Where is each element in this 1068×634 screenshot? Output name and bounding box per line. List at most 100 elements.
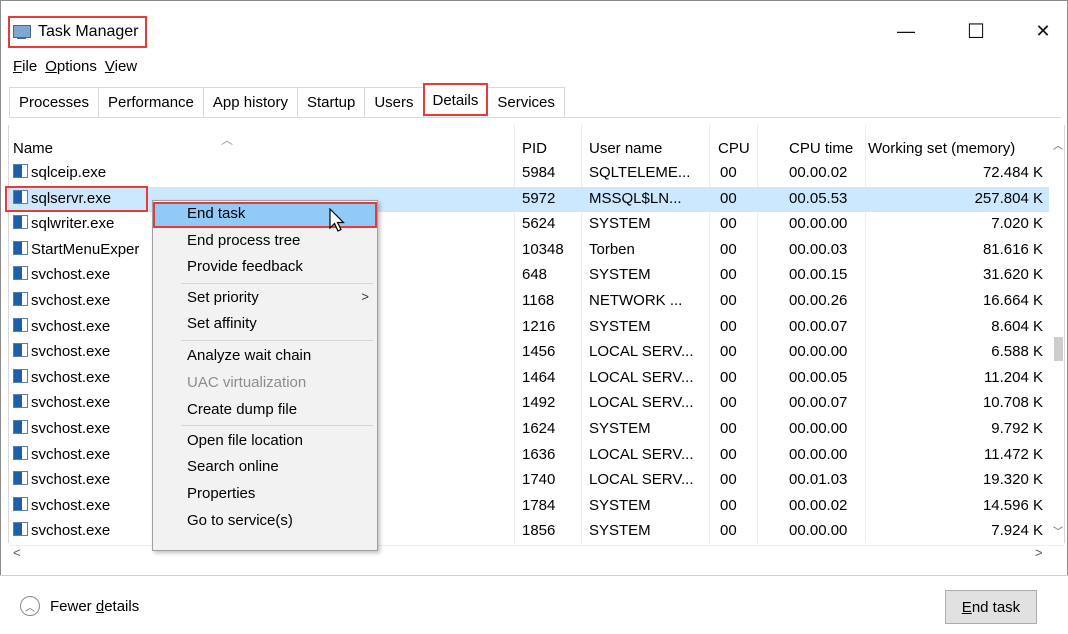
col-header-name[interactable]: Name	[13, 140, 53, 157]
cell-cpu-time: 00.00.00	[789, 343, 848, 361]
scroll-left-icon[interactable]: <	[13, 545, 21, 560]
cell-pid: 5984	[522, 164, 556, 181]
cell-pid: 1168	[522, 292, 555, 309]
menu-item-set-affinity[interactable]: Set affinity	[153, 312, 377, 338]
fewer-details-toggle[interactable]: ︿ Fewer details	[20, 596, 139, 616]
cell-cpu-time: 00.00.07	[789, 394, 848, 412]
vertical-scrollbar[interactable]: ︿ ﹀	[1051, 125, 1064, 543]
tab-processes[interactable]: Processes	[9, 87, 100, 117]
cell-pid: 1492	[522, 394, 556, 412]
process-icon	[13, 164, 28, 178]
col-header-cpu-time[interactable]: CPU time	[789, 140, 853, 157]
sort-ascending-icon: ︿	[221, 133, 234, 147]
cell-pid: 1624	[522, 420, 556, 437]
cell-user: SQLTELEME...	[589, 164, 691, 181]
cell-cpu: 00	[720, 240, 737, 258]
process-icon	[13, 240, 28, 255]
end-task-button[interactable]: End task	[945, 590, 1037, 624]
cell-cpu-time: 00.00.03	[789, 240, 848, 258]
minimize-button[interactable]: —	[883, 16, 929, 46]
process-name: svchost.exe	[13, 394, 110, 411]
table-row[interactable]: sqlceip.exe 5984 SQLTELEME... 00 00.00.02 72.…	[9, 161, 1049, 186]
cell-user: SYSTEM	[589, 317, 651, 335]
tab-details[interactable]: Details	[422, 83, 489, 116]
cell-working-set: 31.620 K	[982, 266, 1043, 284]
cell-working-set: 7.020 K	[991, 215, 1043, 233]
menu-item-create-dump-file[interactable]: Create dump file	[153, 398, 377, 424]
tab-services[interactable]: Services	[487, 87, 565, 117]
window-title: Task Manager	[38, 23, 139, 40]
tab-users[interactable]: Users	[364, 87, 424, 117]
chevron-up-icon: ︿	[20, 596, 40, 616]
cell-user: SYSTEM	[589, 522, 651, 540]
cell-cpu: 00	[720, 266, 737, 284]
cell-user: SYSTEM	[589, 215, 651, 233]
col-header-pid[interactable]: PID	[522, 140, 547, 157]
cell-cpu: 00	[720, 343, 737, 361]
cell-cpu-time: 00.00.05	[789, 368, 848, 386]
cell-cpu: 00	[720, 522, 737, 540]
process-name: svchost.exe	[13, 343, 110, 360]
scroll-up-icon[interactable]: ︿	[1053, 137, 1063, 152]
menu-options[interactable]: Options	[45, 58, 97, 75]
tab-app-history[interactable]: App history	[202, 87, 298, 117]
cell-pid: 1784	[522, 496, 556, 514]
menu-item-open-file-location[interactable]: Open file location	[153, 429, 377, 455]
menu-item-go-to-services[interactable]: Go to service(s)	[153, 509, 377, 535]
cell-working-set: 72.484 K	[982, 164, 1043, 181]
menu-item-set-priority[interactable]: Set priority >	[153, 286, 377, 312]
cell-user: SYSTEM	[589, 496, 651, 514]
cell-user: MSSQL$LN...	[589, 189, 682, 207]
cell-pid: 10348	[522, 240, 564, 258]
process-icon	[13, 471, 28, 486]
menu-item-search-online[interactable]: Search online	[153, 455, 377, 481]
footer: ︿ Fewer details End task	[0, 575, 1068, 634]
context-menu: End task End process tree Provide feedba…	[152, 200, 378, 551]
maximize-button[interactable]: ☐	[953, 16, 999, 46]
cell-user: Torben	[589, 240, 635, 258]
process-icon	[13, 292, 28, 306]
process-name: sqlceip.exe	[13, 164, 106, 181]
col-header-user[interactable]: User name	[589, 140, 662, 157]
cell-user: LOCAL SERV...	[589, 445, 694, 463]
process-name: svchost.exe	[13, 368, 110, 386]
process-icon	[13, 343, 28, 358]
cell-cpu: 00	[720, 292, 737, 309]
col-header-working-set[interactable]: Working set (memory)	[868, 140, 1015, 157]
cell-user: NETWORK ...	[589, 292, 683, 309]
cell-working-set: 81.616 K	[982, 240, 1043, 258]
menu-item-provide-feedback[interactable]: Provide feedback	[153, 255, 377, 281]
scroll-right-icon[interactable]: >	[1035, 545, 1043, 560]
process-icon	[13, 522, 28, 537]
menu-file[interactable]: File	[13, 58, 37, 75]
cell-pid: 1636	[522, 445, 556, 463]
cell-user: LOCAL SERV...	[589, 343, 694, 361]
cell-cpu: 00	[720, 215, 737, 233]
scrollbar-thumb[interactable]	[1054, 337, 1063, 361]
menu-view[interactable]: View	[105, 58, 137, 75]
cell-working-set: 9.792 K	[991, 420, 1043, 437]
process-name: sqlservr.exe	[13, 189, 111, 207]
close-button[interactable]: ✕	[1020, 16, 1066, 46]
menu-item-analyze-wait-chain[interactable]: Analyze wait chain	[153, 344, 377, 370]
process-icon	[13, 215, 28, 230]
menu-item-properties[interactable]: Properties	[153, 482, 377, 508]
process-name: svchost.exe	[13, 522, 110, 539]
cell-pid: 5624	[522, 215, 556, 233]
cell-cpu-time: 00.00.02	[789, 496, 848, 514]
process-name: svchost.exe	[13, 496, 110, 514]
menu-item-uac-virtualization: UAC virtualization	[187, 374, 307, 391]
cell-working-set: 6.588 K	[991, 343, 1043, 361]
cell-cpu-time: 00.01.03	[789, 471, 848, 489]
cell-working-set: 257.804 K	[974, 189, 1043, 207]
tab-performance[interactable]: Performance	[98, 87, 204, 117]
cell-pid: 5972	[522, 189, 556, 207]
scroll-down-icon[interactable]: ﹀	[1053, 523, 1063, 538]
col-header-cpu[interactable]: CPU	[718, 140, 750, 157]
cell-working-set: 10.708 K	[982, 394, 1043, 412]
process-name: svchost.exe	[13, 471, 110, 488]
cell-pid: 1856	[522, 522, 556, 540]
cell-working-set: 19.320 K	[982, 471, 1043, 489]
tab-startup[interactable]: Startup	[296, 87, 366, 117]
process-icon	[13, 394, 28, 409]
